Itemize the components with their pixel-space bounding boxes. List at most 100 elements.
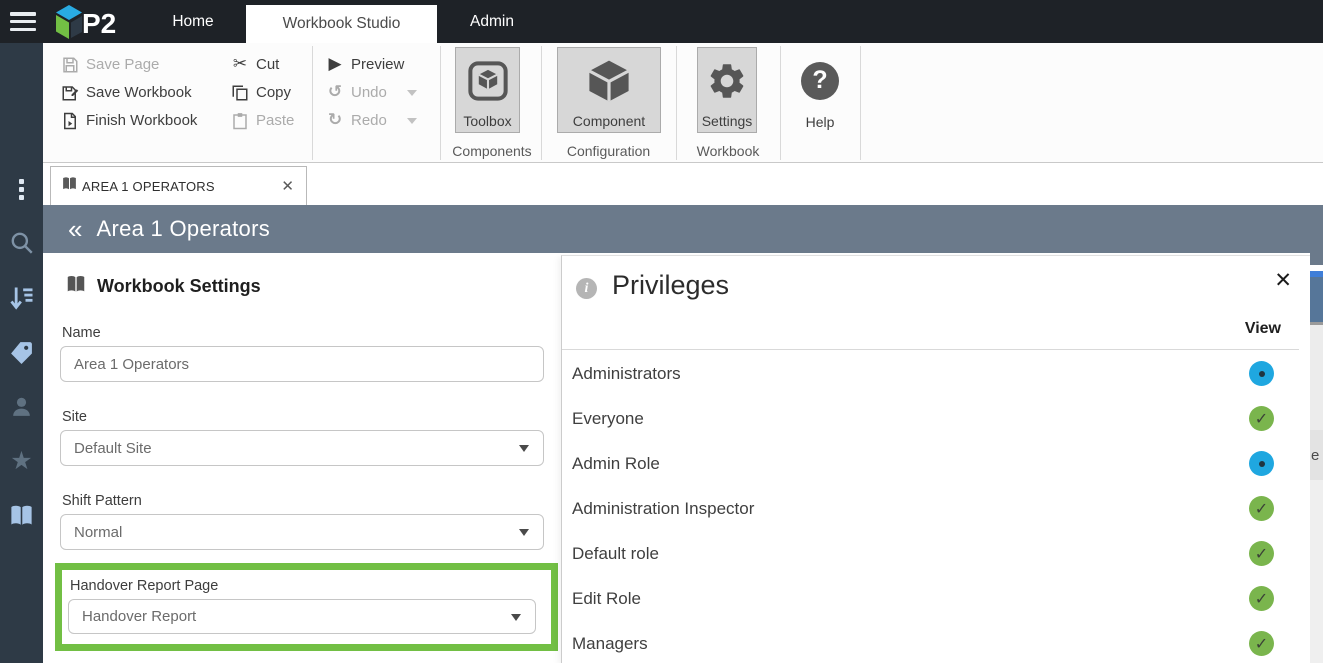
background-app-sliver: e: [1310, 253, 1323, 663]
privilege-row: Administration Inspector: [562, 486, 1311, 531]
copy-label: Copy: [256, 84, 292, 101]
nav-tab-home-label: Home: [172, 12, 214, 30]
undo-button[interactable]: ↺ Undo: [325, 79, 417, 106]
cut-label: Cut: [256, 56, 280, 73]
nav-tab-home[interactable]: Home: [140, 0, 246, 43]
settings-button[interactable]: Settings: [697, 47, 757, 133]
star-icon[interactable]: ★: [0, 443, 43, 477]
privileges-close-icon[interactable]: ✕: [1274, 268, 1292, 292]
ribbon-action-group: ▶ Preview ↺ Undo ↻ Redo: [325, 51, 417, 134]
name-field-label: Name: [62, 325, 101, 341]
document-tab-bar: AREA 1 OPERATORS ✕: [43, 163, 1323, 205]
privilege-name: Administration Inspector: [572, 498, 755, 518]
ribbon-toolbar: Save Page Save Workbook Finish Workbook …: [43, 43, 1323, 163]
search-icon[interactable]: [0, 226, 43, 260]
star-glyph: ★: [10, 445, 33, 475]
privilege-row: Everyone: [562, 396, 1311, 441]
tab-label: AREA 1 OPERATORS: [82, 178, 215, 194]
tab-area-1-operators[interactable]: AREA 1 OPERATORS ✕: [50, 166, 307, 205]
privileges-divider: [562, 349, 1299, 350]
site-select[interactable]: Default Site: [60, 430, 544, 466]
info-icon: i: [576, 278, 597, 299]
preview-button[interactable]: ▶ Preview: [325, 51, 417, 78]
sliver-row: [1310, 480, 1323, 663]
toolbox-button[interactable]: Toolbox: [455, 47, 520, 133]
privilege-name: Managers: [572, 633, 648, 653]
finish-workbook-icon: [60, 112, 80, 130]
privilege-row: Default role: [562, 531, 1311, 576]
ribbon-separator: [312, 46, 313, 160]
preview-play-icon: ▶: [328, 54, 342, 74]
ribbon-separator: [780, 46, 781, 160]
view-permission-toggle[interactable]: [1249, 451, 1274, 476]
help-button[interactable]: ? Help: [794, 47, 846, 133]
handover-report-page-field-label: Handover Report Page: [70, 578, 219, 594]
ribbon-group-label-configuration: Configuration: [566, 143, 651, 159]
copy-button[interactable]: Copy: [230, 79, 294, 106]
paste-button[interactable]: Paste: [230, 107, 294, 134]
redo-button[interactable]: ↻ Redo: [325, 107, 417, 134]
nav-tab-admin[interactable]: Admin: [437, 0, 547, 43]
left-sidebar: ★: [0, 43, 43, 663]
nav-tab-workbook-studio[interactable]: Workbook Studio: [246, 5, 437, 43]
finish-workbook-button[interactable]: Finish Workbook: [60, 107, 197, 134]
page-header: « Area 1 Operators: [43, 205, 1323, 253]
ribbon-separator: [440, 46, 441, 160]
undo-dropdown-caret-icon[interactable]: [406, 89, 417, 96]
hamburger-menu-icon[interactable]: [10, 12, 36, 31]
toolbox-icon: [465, 48, 511, 113]
app-window: P2 Home Workbook Studio Admin ★ Save Pag…: [0, 0, 1323, 663]
save-page-button[interactable]: Save Page: [60, 51, 197, 78]
save-workbook-button[interactable]: Save Workbook: [60, 79, 197, 106]
redo-dropdown-caret-icon[interactable]: [406, 117, 417, 124]
view-permission-toggle[interactable]: [1249, 361, 1274, 386]
shift-pattern-select[interactable]: Normal: [60, 514, 544, 550]
shift-pattern-field-label: Shift Pattern: [62, 493, 142, 509]
top-nav-bar: P2 Home Workbook Studio Admin: [0, 0, 1323, 43]
p2-logo: P2: [55, 4, 125, 45]
user-icon[interactable]: [0, 389, 43, 423]
sliver-slate-block: [1310, 277, 1323, 322]
nav-tab-workbook-studio-label: Workbook Studio: [282, 15, 401, 32]
paste-label: Paste: [256, 112, 295, 129]
view-permission-toggle[interactable]: [1249, 406, 1274, 431]
save-page-label: Save Page: [86, 56, 160, 73]
privilege-row: Administrators: [562, 351, 1311, 396]
sort-list-icon[interactable]: [0, 281, 43, 315]
privilege-name: Default role: [572, 543, 659, 563]
collapse-chevron-icon[interactable]: «: [68, 216, 82, 242]
workbooks-book-icon[interactable]: [0, 498, 43, 532]
ribbon-separator: [860, 46, 861, 160]
view-permission-toggle[interactable]: [1249, 541, 1274, 566]
tab-close-icon[interactable]: ✕: [281, 177, 294, 195]
name-input[interactable]: [60, 346, 544, 382]
ribbon-group-label-components: Components: [452, 143, 532, 159]
sliver-row: [1310, 325, 1323, 430]
privileges-title: Privileges: [612, 270, 730, 300]
privilege-row: Admin Role: [562, 441, 1311, 486]
undo-label: Undo: [351, 84, 387, 101]
site-field-label: Site: [62, 409, 87, 425]
undo-icon: ↺: [327, 82, 343, 102]
shift-pattern-select-value: Normal: [74, 523, 123, 541]
component-button[interactable]: Component: [557, 47, 661, 133]
workbook-settings-book-icon: [65, 273, 87, 300]
privilege-row: Edit Role: [562, 576, 1311, 621]
handover-report-page-select[interactable]: Handover Report: [68, 599, 536, 634]
save-workbook-icon: [60, 84, 80, 102]
component-button-label: Component: [572, 113, 646, 129]
view-column-header: View: [1244, 320, 1281, 337]
cut-button[interactable]: ✂ Cut: [230, 51, 294, 78]
view-permission-toggle[interactable]: [1249, 586, 1274, 611]
privilege-name: Edit Role: [572, 588, 641, 608]
view-permission-toggle[interactable]: [1249, 631, 1274, 656]
ribbon-group-label-workbook: Workbook: [696, 143, 760, 159]
tag-icon[interactable]: [0, 335, 43, 369]
save-icon: [60, 56, 80, 74]
handover-report-page-select-value: Handover Report: [82, 608, 197, 625]
settings-gear-icon: [706, 48, 748, 113]
privilege-name: Admin Role: [572, 453, 660, 473]
view-permission-toggle[interactable]: [1249, 496, 1274, 521]
more-options-icon[interactable]: [0, 172, 43, 206]
copy-icon: [230, 84, 250, 102]
